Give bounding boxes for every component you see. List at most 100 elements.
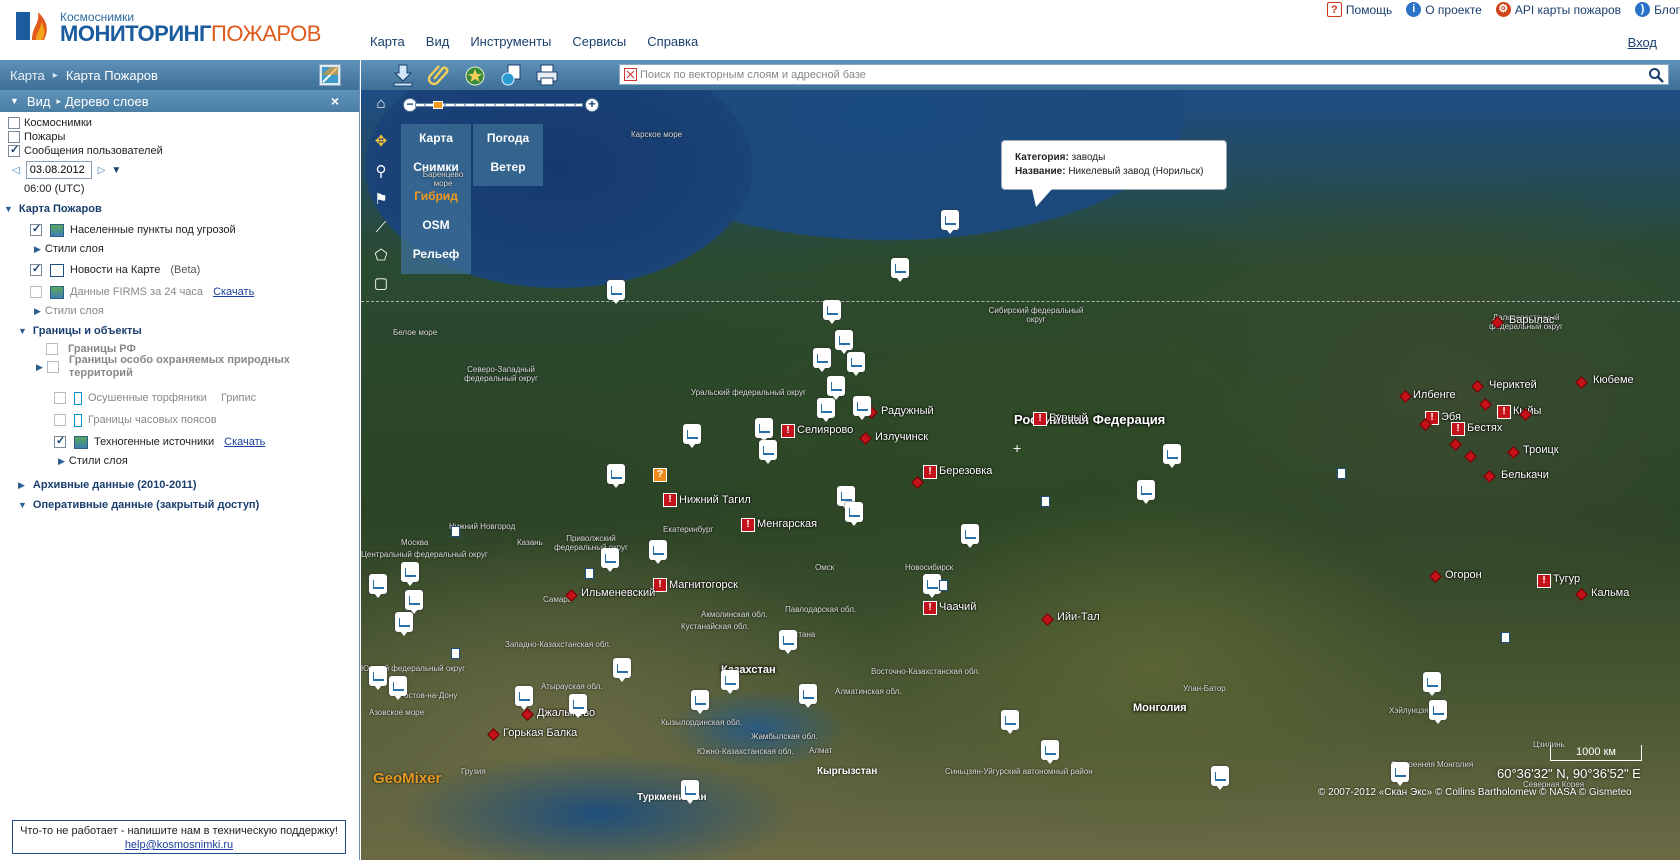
- breadcrumb-item-map[interactable]: Карта: [10, 68, 45, 83]
- factory-marker[interactable]: [401, 562, 419, 586]
- about-link[interactable]: iО проекте: [1406, 2, 1482, 17]
- factory-marker[interactable]: [389, 676, 407, 700]
- logo[interactable]: Космоснимки МОНИТОРИНГПОЖАРОВ: [14, 6, 321, 46]
- tree-root[interactable]: ▼ Карта Пожаров: [4, 202, 359, 216]
- factory-marker[interactable]: [369, 666, 387, 690]
- basemap-weather[interactable]: Погода: [473, 124, 543, 153]
- warning-marker[interactable]: !: [1497, 405, 1511, 419]
- factory-marker[interactable]: [1391, 762, 1409, 786]
- factory-marker[interactable]: [683, 424, 701, 448]
- layer-checkbox[interactable]: [30, 286, 42, 298]
- warning-marker[interactable]: !: [663, 493, 677, 507]
- base-layer-row[interactable]: Сообщения пользователей: [8, 143, 359, 158]
- base-layer-checkbox-kosmosnimki[interactable]: [8, 117, 20, 129]
- fire-marker[interactable]: [487, 728, 500, 741]
- expand-right-icon[interactable]: ▶: [34, 306, 41, 317]
- basemap-wind[interactable]: Ветер: [473, 153, 543, 182]
- close-icon[interactable]: ×: [331, 93, 339, 109]
- menu-item-help[interactable]: Справка: [647, 34, 698, 49]
- fire-marker[interactable]: [1449, 438, 1462, 451]
- fire-marker[interactable]: [1464, 450, 1477, 463]
- factory-marker[interactable]: [835, 330, 853, 354]
- factory-marker[interactable]: [1001, 710, 1019, 734]
- factory-marker[interactable]: [827, 376, 845, 400]
- fire-marker[interactable]: [859, 432, 872, 445]
- support-email-link[interactable]: help@kosmosnimki.ru: [13, 838, 345, 852]
- expand-down-icon[interactable]: ▼: [4, 204, 13, 214]
- polygon-tool-icon[interactable]: ⬠: [371, 246, 391, 266]
- date-prev-icon[interactable]: ◁: [12, 165, 20, 176]
- expand-right-icon[interactable]: ▶: [58, 456, 65, 467]
- factory-marker[interactable]: [691, 690, 709, 714]
- fire-marker[interactable]: [1471, 380, 1484, 393]
- tree-item-firms[interactable]: Данные FIRMS за 24 часа Скачать: [30, 284, 359, 300]
- fire-marker[interactable]: [1483, 470, 1496, 483]
- zoom-in-button[interactable]: +: [585, 98, 599, 112]
- menu-item-tools[interactable]: Инструменты: [470, 34, 551, 49]
- factory-marker[interactable]: [813, 348, 831, 372]
- api-link[interactable]: ⚙ API карты пожаров: [1495, 2, 1621, 17]
- print-icon[interactable]: [535, 63, 559, 87]
- factory-marker[interactable]: [607, 464, 625, 488]
- fire-marker[interactable]: [1479, 398, 1492, 411]
- search-input[interactable]: [640, 67, 1620, 82]
- news-document-icon[interactable]: [1337, 468, 1346, 479]
- tab-view[interactable]: Вид: [27, 94, 51, 109]
- news-document-icon[interactable]: [1041, 496, 1050, 507]
- tree-item-protected[interactable]: ▶ Границы особо охраняемых природных терр…: [36, 354, 359, 379]
- rectangle-tool-icon[interactable]: ▢: [371, 274, 391, 294]
- factory-marker[interactable]: [755, 418, 773, 442]
- pan-tool-icon[interactable]: ✥: [371, 132, 391, 152]
- factory-marker[interactable]: [515, 686, 533, 710]
- warning-marker[interactable]: !: [923, 465, 937, 479]
- login-link[interactable]: Вход: [1628, 35, 1657, 50]
- menu-item-view[interactable]: Вид: [426, 34, 450, 49]
- download-link[interactable]: Скачать: [213, 286, 254, 298]
- warning-marker[interactable]: !: [741, 518, 755, 532]
- date-dropdown-icon[interactable]: ▼: [111, 165, 121, 176]
- layer-checkbox[interactable]: [30, 222, 42, 236]
- factory-marker[interactable]: [649, 540, 667, 564]
- factory-marker[interactable]: [1423, 672, 1441, 696]
- map-view[interactable]: − + ⌂ ✥ ⚲ ⚑ ⟋ ⬠ ▢ Карта Снимки Гибрид OS…: [361, 90, 1680, 860]
- zoom-slider[interactable]: − +: [403, 98, 603, 112]
- factory-marker[interactable]: [405, 590, 423, 614]
- factory-marker[interactable]: [395, 612, 413, 636]
- layer-checkbox[interactable]: [54, 434, 66, 448]
- download-link[interactable]: Скачать: [224, 436, 265, 448]
- factory-marker[interactable]: [941, 210, 959, 234]
- fire-marker[interactable]: [911, 476, 924, 489]
- factory-marker[interactable]: [1211, 766, 1229, 790]
- news-document-icon[interactable]: [1501, 632, 1510, 643]
- help-link[interactable]: ? Помощь: [1326, 2, 1392, 17]
- date-input[interactable]: [25, 161, 92, 179]
- fire-marker[interactable]: [1575, 588, 1588, 601]
- warning-marker[interactable]: !: [1033, 412, 1047, 426]
- news-document-icon[interactable]: [451, 648, 460, 659]
- tree-item-timezones[interactable]: Границы часовых поясов: [54, 412, 359, 428]
- tree-item-styles[interactable]: ▶ Стили слоя: [58, 454, 359, 468]
- base-layer-row[interactable]: Пожары: [8, 130, 359, 144]
- factory-marker[interactable]: [779, 630, 797, 654]
- zoom-handle[interactable]: [433, 101, 443, 109]
- share-icon[interactable]: [499, 63, 523, 87]
- news-document-icon[interactable]: [939, 580, 948, 591]
- factory-marker[interactable]: [853, 396, 871, 420]
- tree-item-styles[interactable]: ▶ Стили слоя: [34, 242, 359, 256]
- question-marker[interactable]: ?: [653, 468, 667, 482]
- tree-group-borders[interactable]: ▼ Границы и объекты: [18, 324, 359, 338]
- ruler-tool-icon[interactable]: ⌂: [371, 94, 391, 114]
- geomixer-logo[interactable]: GeoMixer: [373, 770, 441, 787]
- tree-item-peat[interactable]: Осушенные торфяники Грипис: [54, 390, 359, 406]
- factory-marker[interactable]: [845, 502, 863, 526]
- fire-marker[interactable]: [1575, 376, 1588, 389]
- layer-checkbox[interactable]: [54, 392, 66, 404]
- factory-marker[interactable]: [799, 684, 817, 708]
- factory-marker[interactable]: [369, 574, 387, 598]
- factory-marker[interactable]: [1041, 740, 1059, 764]
- news-document-icon[interactable]: [451, 526, 460, 537]
- collapse-icon[interactable]: ▼: [10, 96, 19, 106]
- favorites-icon[interactable]: [463, 63, 487, 87]
- tab-layer-tree[interactable]: Дерево слоев: [65, 94, 149, 109]
- menu-item-map[interactable]: Карта: [370, 34, 405, 49]
